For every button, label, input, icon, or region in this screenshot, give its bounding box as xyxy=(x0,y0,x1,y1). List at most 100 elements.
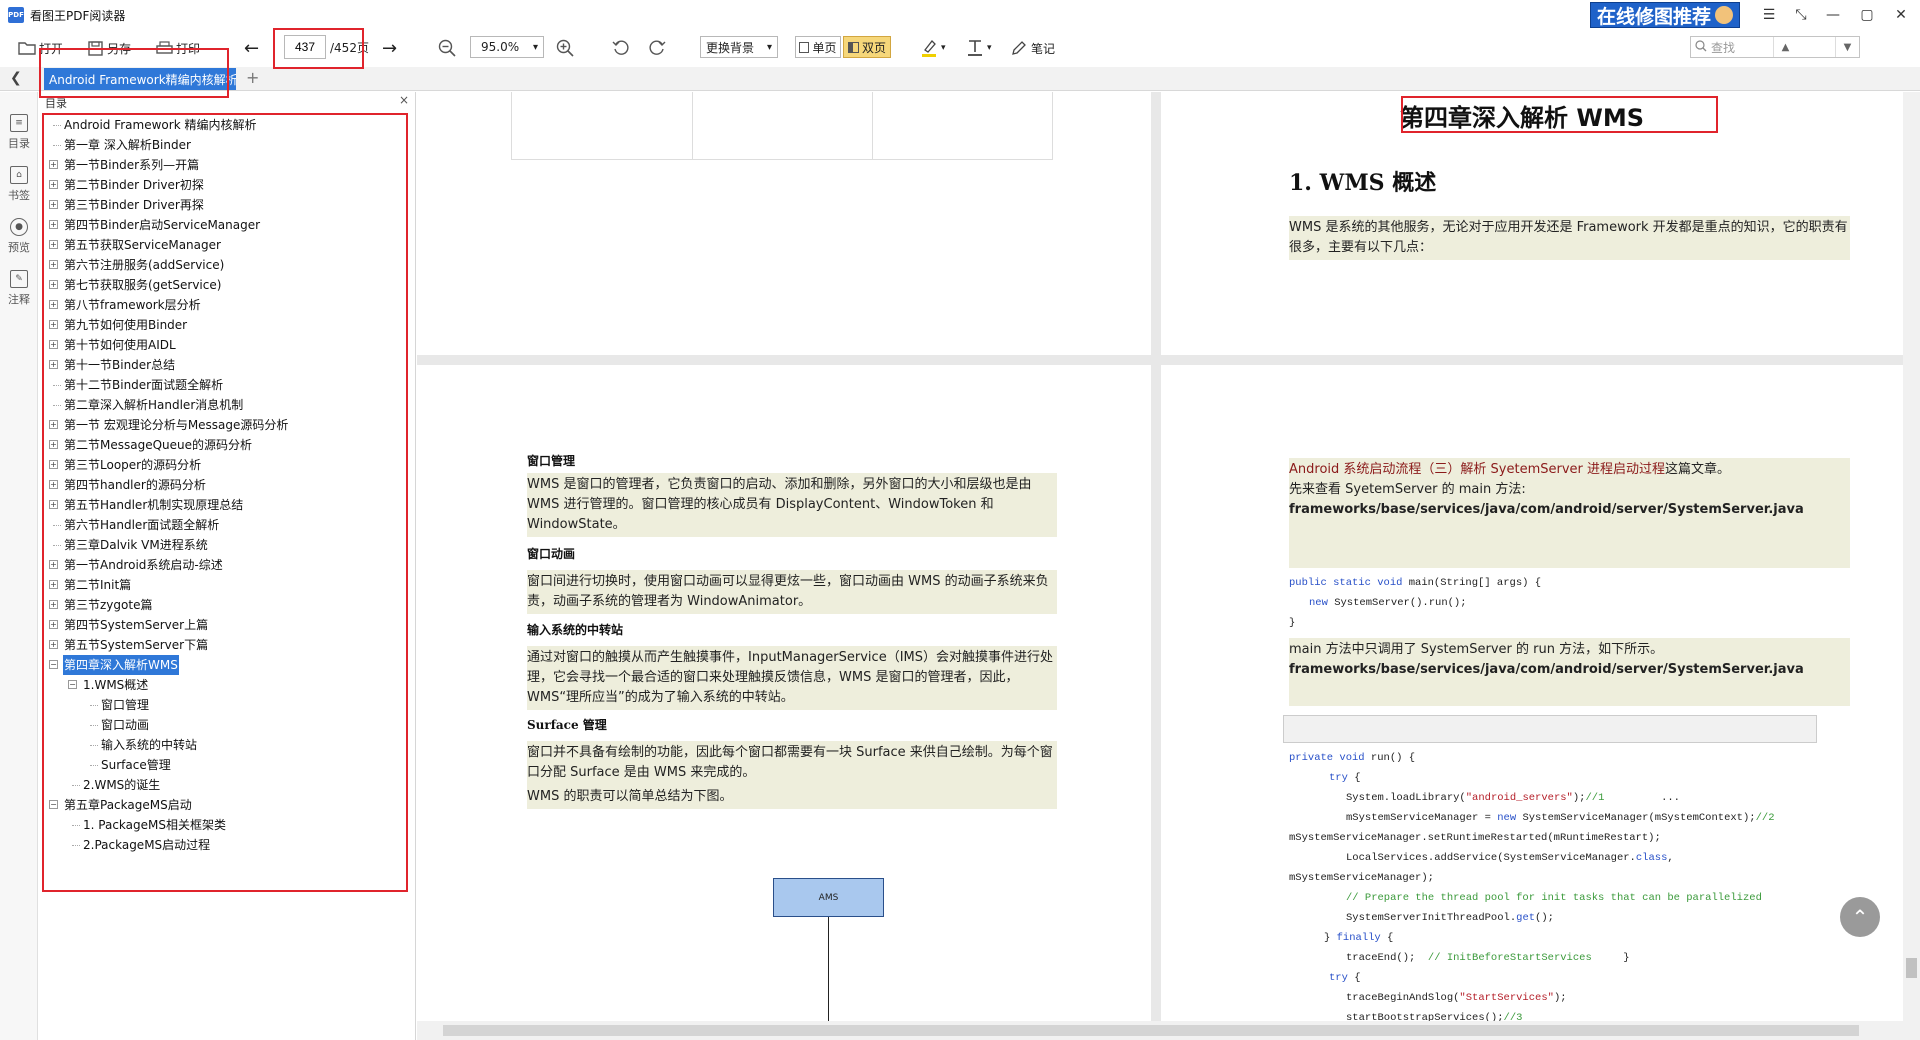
outline-item[interactable]: + 第二节Init篇 xyxy=(39,575,409,595)
expand-icon[interactable]: + xyxy=(49,180,58,189)
outline-item[interactable]: 第十二节Binder面试题全解析 xyxy=(39,375,409,395)
document-view[interactable]: 第四章深入解析 WMS 1. WMS 概述 WMS 是系统的其他服务，无论对于应… xyxy=(417,92,1903,1021)
outline-item[interactable]: + 第四节handler的源码分析 xyxy=(39,475,409,495)
outline-item[interactable]: + 第四节SystemServer上篇 xyxy=(39,615,409,635)
outline-item[interactable]: + 第十节如何使用AIDL xyxy=(39,335,409,355)
expand-icon[interactable]: + xyxy=(49,640,58,649)
expand-icon[interactable]: + xyxy=(49,200,58,209)
search-input[interactable]: 查找 xyxy=(1711,39,1735,56)
outline-item[interactable]: − 第四章深入解析WMS xyxy=(39,655,409,675)
previous-page-button[interactable]: ← xyxy=(244,36,259,60)
outline-item[interactable]: + 第五节获取ServiceManager xyxy=(39,235,409,255)
close-window-button[interactable]: ✕ xyxy=(1889,4,1913,26)
outline-item[interactable]: 第一章 深入解析Binder xyxy=(39,135,409,155)
page-number-input[interactable] xyxy=(284,35,326,59)
outline-item[interactable]: + 第五节SystemServer下篇 xyxy=(39,635,409,655)
expand-icon[interactable]: + xyxy=(49,500,58,509)
print-button[interactable]: 打印 xyxy=(155,36,200,60)
expand-icon[interactable]: + xyxy=(49,340,58,349)
expand-icon[interactable]: + xyxy=(49,260,58,269)
outline-item[interactable]: 1. PackageMS相关框架类 xyxy=(39,815,409,835)
outline-item[interactable]: 2.WMS的诞生 xyxy=(39,775,409,795)
collapse-sidebar-button[interactable]: ❮ xyxy=(10,70,22,86)
rotate-right-button[interactable] xyxy=(648,36,669,60)
outline-item[interactable]: 第三章Dalvik VM进程系统 xyxy=(39,535,409,555)
promo-banner[interactable]: 在线修图推荐 xyxy=(1590,2,1741,28)
sidebar-item-toc[interactable]: ≡ 目录 xyxy=(0,114,38,164)
outline-item[interactable]: 第二章深入解析Handler消息机制 xyxy=(39,395,409,415)
outline-item[interactable]: + 第二节MessageQueue的源码分析 xyxy=(39,435,409,455)
expand-icon[interactable]: + xyxy=(49,320,58,329)
outline-item[interactable]: + 第三节Looper的源码分析 xyxy=(39,455,409,475)
outline-item[interactable]: + 第六节注册服务(addService) xyxy=(39,255,409,275)
expand-icon[interactable]: + xyxy=(49,300,58,309)
reference-link[interactable]: Android 系统启动流程（三）解析 SyetemServer 进程启动过程 xyxy=(1289,462,1665,477)
outline-item[interactable]: + 第七节获取服务(getService) xyxy=(39,275,409,295)
outline-item[interactable]: + 第八节framework层分析 xyxy=(39,295,409,315)
expand-icon[interactable]: + xyxy=(49,580,58,589)
expand-icon[interactable]: + xyxy=(49,620,58,629)
outline-item[interactable]: 窗口管理 xyxy=(39,695,409,715)
expand-icon[interactable]: + xyxy=(49,280,58,289)
double-page-button[interactable]: 双页 xyxy=(843,36,891,58)
expand-icon[interactable]: + xyxy=(49,480,58,489)
sidebar-item-annotation[interactable]: ✎ 注释 xyxy=(0,270,38,320)
search-next-button[interactable]: ▼ xyxy=(1834,37,1859,57)
expand-icon[interactable]: + xyxy=(49,440,58,449)
outline-item[interactable]: + 第一节Android系统启动-综述 xyxy=(39,555,409,575)
outline-item[interactable]: Android Framework 精编内核解析 xyxy=(39,115,409,135)
expand-icon[interactable]: + xyxy=(49,360,58,369)
open-button[interactable]: 打开 xyxy=(18,36,63,60)
zoom-in-button[interactable] xyxy=(556,36,577,60)
save-as-button[interactable]: 另存 xyxy=(86,36,131,60)
outline-item[interactable]: Surface管理 xyxy=(39,755,409,775)
collapse-icon[interactable]: − xyxy=(68,680,77,689)
highlighter-button[interactable]: ▾ xyxy=(920,36,946,60)
outline-item[interactable]: + 第一节Binder系列—开篇 xyxy=(39,155,409,175)
horizontal-scroll-thumb[interactable] xyxy=(443,1025,1859,1036)
next-page-button[interactable]: → xyxy=(382,36,397,60)
search-prev-button[interactable]: ▲ xyxy=(1773,37,1797,57)
outline-item[interactable]: −1.WMS概述 xyxy=(39,675,409,695)
outline-item[interactable]: 输入系统的中转站 xyxy=(39,735,409,755)
zoom-out-button[interactable] xyxy=(438,36,459,60)
close-outline-button[interactable]: × xyxy=(399,93,409,107)
outline-item[interactable]: + 第三节Binder Driver再探 xyxy=(39,195,409,215)
outline-item[interactable]: 窗口动画 xyxy=(39,715,409,735)
rotate-left-button[interactable] xyxy=(612,36,633,60)
notes-button[interactable]: 笔记 xyxy=(1010,36,1055,60)
outline-item[interactable]: − 第五章PackageMS启动 xyxy=(39,795,409,815)
expand-icon[interactable]: + xyxy=(49,460,58,469)
horizontal-scrollbar[interactable] xyxy=(417,1021,1903,1040)
minimize-button[interactable]: — xyxy=(1821,4,1845,26)
text-tool-button[interactable]: ▾ xyxy=(966,36,992,60)
outline-item[interactable]: + 第三节zygote篇 xyxy=(39,595,409,615)
collapse-icon[interactable]: − xyxy=(49,660,58,669)
expand-icon[interactable]: + xyxy=(49,600,58,609)
background-select[interactable]: 更换背景 ▾ xyxy=(700,36,778,58)
sidebar-item-bookmark[interactable]: ⌂ 书签 xyxy=(0,166,38,216)
search-box[interactable]: 查找 ▲ ▼ xyxy=(1690,36,1860,58)
outline-item[interactable]: 第六节Handler面试题全解析 xyxy=(39,515,409,535)
maximize-button[interactable]: ▢ xyxy=(1855,4,1879,26)
fullscreen-button[interactable]: ⤡ xyxy=(1789,4,1813,26)
outline-item[interactable]: 2.PackageMS启动过程 xyxy=(39,835,409,855)
outline-item[interactable]: + 第五节Handler机制实现原理总结 xyxy=(39,495,409,515)
document-tab[interactable]: Android Framework精编内核解析 × xyxy=(44,68,236,90)
expand-icon[interactable]: + xyxy=(49,420,58,429)
expand-icon[interactable]: + xyxy=(49,560,58,569)
expand-icon[interactable]: + xyxy=(49,160,58,169)
scroll-to-top-button[interactable]: ⌃ xyxy=(1840,897,1880,937)
outline-item[interactable]: + 第一节 宏观理论分析与Message源码分析 xyxy=(39,415,409,435)
outline-item[interactable]: + 第二节Binder Driver初探 xyxy=(39,175,409,195)
outline-item[interactable]: + 第十一节Binder总结 xyxy=(39,355,409,375)
single-page-button[interactable]: 单页 xyxy=(795,36,841,58)
zoom-select[interactable]: 95.0% ▾ xyxy=(470,36,544,58)
collapse-icon[interactable]: − xyxy=(49,800,58,809)
expand-icon[interactable]: + xyxy=(49,220,58,229)
outline-item[interactable]: + 第九节如何使用Binder xyxy=(39,315,409,335)
vertical-scroll-thumb[interactable] xyxy=(1906,958,1917,978)
add-tab-button[interactable]: + xyxy=(246,68,259,87)
menu-button[interactable]: ☰ xyxy=(1757,4,1781,26)
vertical-scrollbar[interactable] xyxy=(1903,92,1920,1040)
